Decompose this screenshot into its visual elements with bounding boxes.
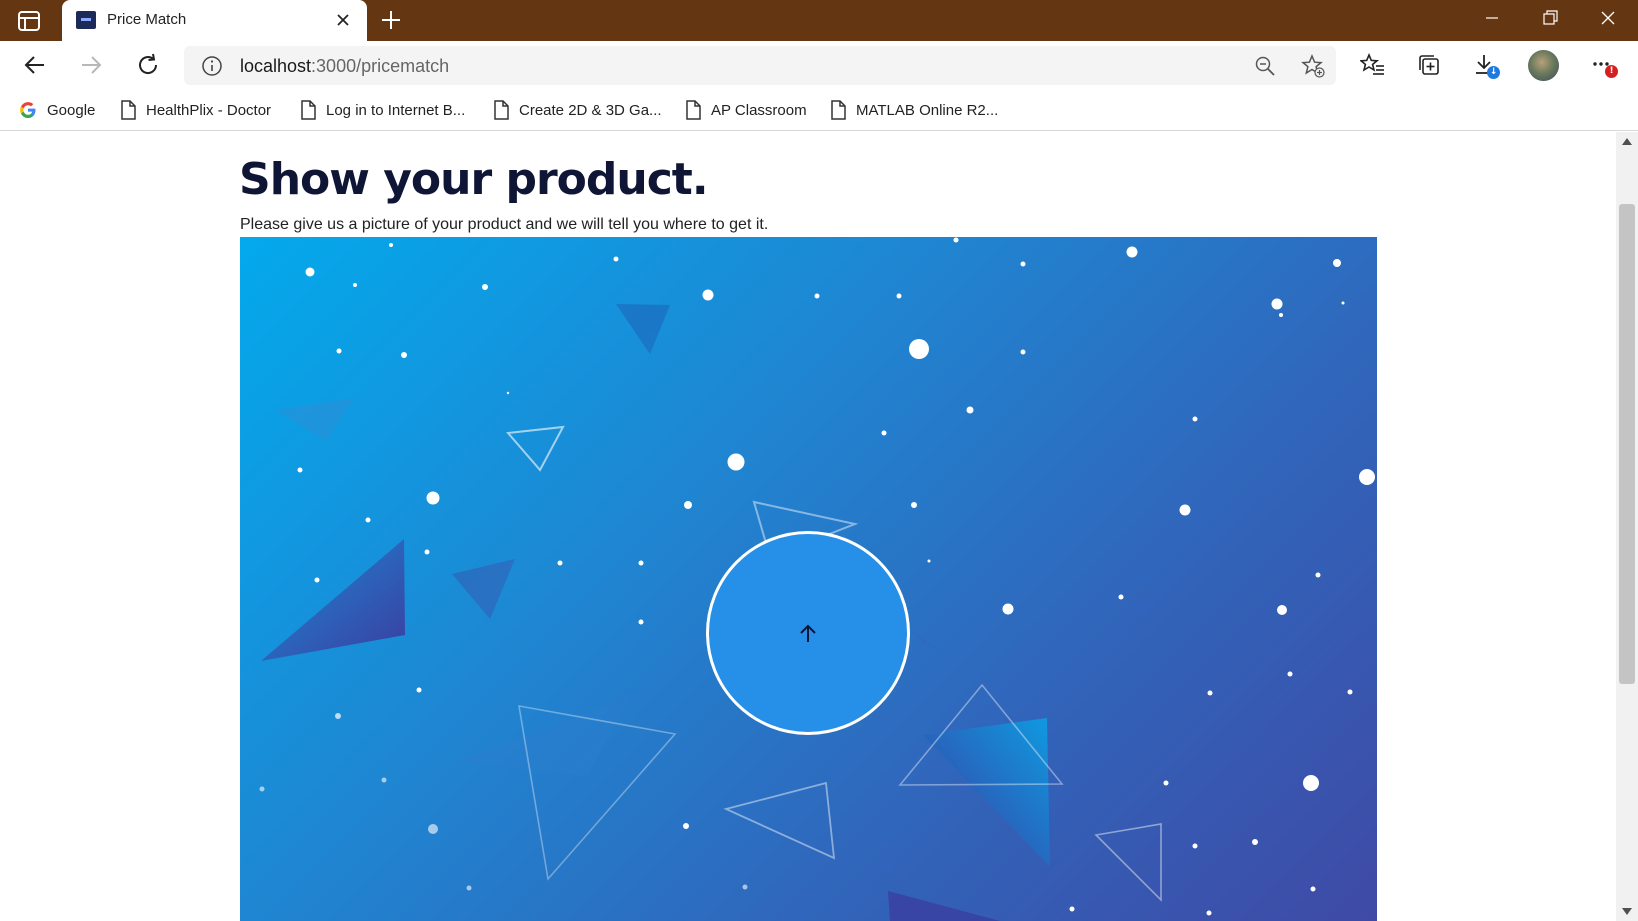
google-icon [20,102,36,118]
url-host: localhost [240,56,312,76]
scroll-thumb[interactable] [1619,204,1635,684]
downloads-button[interactable]: ↓ [1472,52,1500,79]
new-tab-plus-icon[interactable] [380,9,402,31]
page-icon [831,100,846,120]
profile-avatar[interactable] [1528,50,1559,81]
site-favicon-icon [76,11,96,29]
address-bar[interactable]: localhost:3000/pricematch [184,46,1336,85]
bookmark-label: Google [47,101,96,119]
url-path: :3000/pricematch [311,56,450,76]
page-icon [686,100,701,120]
zoom-out-icon[interactable] [1254,55,1276,77]
bookmark-ap-classroom[interactable]: AP Classroom [685,98,807,122]
collections-icon[interactable] [1416,52,1442,78]
page-icon [494,100,509,120]
forward-arrow-icon[interactable] [78,52,104,78]
minimize-window-icon[interactable] [1482,8,1502,28]
add-favorite-star-icon[interactable] [1301,54,1325,78]
settings-menu-button[interactable]: ! [1590,52,1618,78]
restore-window-icon[interactable] [1540,8,1560,28]
page-subtitle: Please give us a picture of your product… [240,216,769,233]
close-window-icon[interactable] [1598,8,1618,28]
bookmark-label: Create 2D & 3D Ga... [519,101,662,119]
arrow-up-icon [800,624,816,642]
refresh-icon[interactable] [135,52,161,78]
title-bar: Price Match [0,0,1638,41]
site-info-icon[interactable] [201,55,223,77]
bookmark-label: AP Classroom [711,101,807,119]
sidebar-toggle-icon[interactable] [16,10,44,32]
back-arrow-icon[interactable] [22,52,48,78]
url-text: localhost:3000/pricematch [240,56,449,77]
bookmark-label: HealthPlix - Doctor [146,101,272,119]
scroll-up-arrow-icon[interactable] [1622,138,1632,145]
page-icon [301,100,316,120]
bookmark-create-games[interactable]: Create 2D & 3D Ga... [493,98,662,122]
bookmark-internet-banking[interactable]: Log in to Internet B... [300,98,465,122]
page-icon [121,100,136,120]
page-title: Show your product. [239,154,709,205]
menu-alert-badge: ! [1605,65,1618,78]
bookmarks-bar: Google HealthPlix - Doctor Log in to Int… [0,90,1638,131]
favorites-icon[interactable] [1360,52,1386,78]
bookmark-label: MATLAB Online R2... [856,101,999,119]
bookmark-label: Log in to Internet B... [326,101,466,119]
close-tab-icon[interactable] [334,11,352,29]
vertical-scrollbar[interactable] [1616,132,1638,921]
upload-image-button[interactable] [706,531,910,735]
bookmark-google[interactable]: Google [19,98,95,122]
bookmark-matlab[interactable]: MATLAB Online R2... [830,98,998,122]
bookmark-healthplix[interactable]: HealthPlix - Doctor [120,98,271,122]
browser-toolbar: localhost:3000/pricematch ↓ ! [0,41,1638,90]
tab-title: Price Match [107,11,187,28]
download-badge: ↓ [1487,66,1500,79]
tab-price-match[interactable]: Price Match [62,0,367,41]
page-content: Show your product. Please give us a pict… [0,132,1616,921]
upload-hero-area [240,237,1377,921]
scroll-down-arrow-icon[interactable] [1622,908,1632,915]
